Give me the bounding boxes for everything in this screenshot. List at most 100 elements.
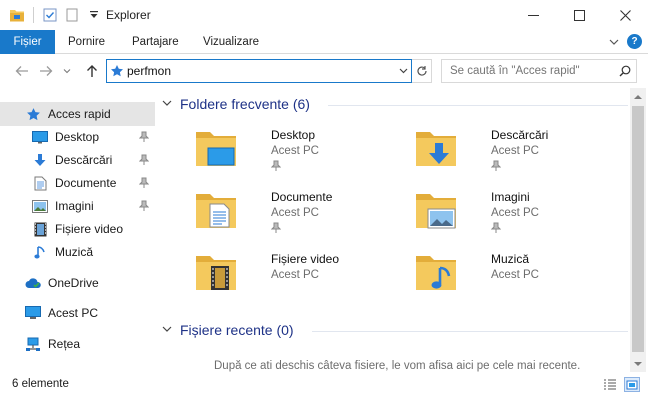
up-arrow-icon: [87, 65, 97, 77]
vertical-scrollbar[interactable]: [630, 88, 646, 372]
expand-ribbon-icon[interactable]: [609, 35, 619, 49]
desktop-folder-icon: [194, 126, 238, 170]
documents-folder-icon: [194, 188, 238, 232]
scrollbar-thumb[interactable]: [632, 106, 644, 352]
group-divider: [312, 331, 628, 332]
sidebar-item-documents[interactable]: Documente: [0, 171, 155, 195]
folder-app-icon: [8, 6, 26, 24]
item-count: 6 elemente: [12, 378, 69, 390]
refresh-icon: [416, 66, 427, 76]
search-box[interactable]: [441, 59, 637, 83]
group-title: Fișiere recente (0): [180, 322, 294, 338]
chevron-down-icon[interactable]: [162, 325, 174, 336]
sidebar-item-downloads[interactable]: Descărcări: [0, 148, 155, 172]
scroll-down-button[interactable]: [630, 356, 646, 372]
folder-location: Acest PC: [271, 145, 319, 157]
new-folder-icon[interactable]: [63, 6, 81, 24]
details-view-button[interactable]: [602, 377, 618, 392]
pin-icon[interactable]: [139, 177, 149, 189]
folder-name: Descărcări: [491, 128, 549, 142]
sidebar-item-label: Rețea: [48, 337, 81, 351]
details-view-icon: [604, 379, 616, 390]
picture-icon: [31, 197, 49, 215]
folder-location: Acest PC: [491, 145, 539, 157]
folder-tile-pictures[interactable]: Imagini Acest PC: [410, 188, 610, 246]
film-icon: [31, 220, 49, 238]
sidebar-item-label: Descărcări: [55, 153, 113, 167]
address-dropdown-button[interactable]: [395, 60, 411, 82]
address-bar[interactable]: perfmon: [106, 59, 412, 83]
pin-icon[interactable]: [139, 131, 149, 143]
sidebar-item-label: Muzică: [55, 245, 94, 259]
large-icons-view-icon: [626, 380, 638, 389]
window-title: Explorer: [106, 8, 151, 22]
sidebar-item-label: Imagini: [55, 199, 94, 213]
window-controls: [510, 0, 648, 30]
folder-location: Acest PC: [491, 207, 539, 219]
cloud-icon: [24, 274, 42, 292]
maximize-button[interactable]: [556, 0, 602, 30]
tab-file[interactable]: Fișier: [0, 30, 55, 54]
folder-name: Desktop: [271, 128, 316, 142]
search-input[interactable]: [450, 65, 614, 77]
folder-tile-downloads[interactable]: Descărcări Acest PC: [410, 126, 610, 184]
folder-tile-music[interactable]: Muzică Acest PC: [410, 250, 610, 308]
pin-icon[interactable]: [490, 160, 502, 172]
sidebar-item-videos[interactable]: Fișiere video: [0, 217, 155, 241]
refresh-button[interactable]: [412, 59, 432, 83]
forward-arrow-icon: [40, 66, 53, 76]
tab-share[interactable]: Partajare: [120, 30, 191, 54]
sidebar-item-this-pc[interactable]: Acest PC: [0, 301, 155, 325]
recent-files-header[interactable]: Fișiere recente (0): [162, 322, 628, 338]
star-icon: [24, 105, 42, 123]
folder-tile-videos[interactable]: Fișiere video Acest PC: [190, 250, 390, 308]
tab-home[interactable]: Pornire: [56, 30, 117, 54]
tab-view[interactable]: Vizualizare: [191, 30, 271, 54]
group-title: Foldere frecvente (6): [180, 96, 310, 112]
computer-icon: [24, 304, 42, 322]
address-input[interactable]: perfmon: [127, 64, 395, 78]
toolbar-separator: [33, 7, 34, 23]
folder-name: Fișiere video: [271, 252, 340, 266]
search-icon[interactable]: [614, 65, 636, 77]
chevron-down-icon[interactable]: [162, 99, 174, 110]
caret-up-icon: [634, 94, 642, 99]
sidebar-item-quick-access[interactable]: Acces rapid: [0, 102, 155, 126]
folder-tile-desktop[interactable]: Desktop Acest PC: [190, 126, 390, 184]
folder-location: Acest PC: [271, 269, 319, 281]
folder-location: Acest PC: [271, 207, 319, 219]
sidebar-item-label: OneDrive: [48, 276, 99, 290]
scroll-up-button[interactable]: [630, 88, 646, 104]
large-icons-view-button[interactable]: [624, 377, 640, 392]
recent-locations-button[interactable]: [60, 61, 74, 81]
close-button[interactable]: [602, 0, 648, 30]
pin-icon[interactable]: [270, 222, 282, 234]
folder-name: Imagini: [491, 190, 530, 204]
sidebar-item-pictures[interactable]: Imagini: [0, 194, 155, 218]
recent-files-empty-message: După ce ati deschis câteva fisiere, le v…: [214, 360, 581, 372]
music-folder-icon: [414, 250, 458, 294]
back-arrow-icon: [15, 66, 28, 76]
forward-button[interactable]: [36, 61, 56, 81]
frequent-folders-header[interactable]: Foldere frecvente (6): [162, 96, 628, 112]
sidebar-item-network[interactable]: Rețea: [0, 332, 155, 356]
videos-folder-icon: [194, 250, 238, 294]
close-icon: [619, 9, 631, 21]
pin-icon[interactable]: [490, 222, 502, 234]
properties-icon[interactable]: [41, 6, 59, 24]
folder-name: Muzică: [491, 252, 530, 266]
document-icon: [31, 174, 49, 192]
music-icon: [31, 243, 49, 261]
back-button[interactable]: [12, 61, 32, 81]
folder-tile-documents[interactable]: Documente Acest PC: [190, 188, 390, 246]
minimize-button[interactable]: [510, 0, 556, 30]
pin-icon[interactable]: [270, 160, 282, 172]
pin-icon[interactable]: [139, 154, 149, 166]
pin-icon[interactable]: [139, 200, 149, 212]
help-icon[interactable]: ?: [627, 34, 642, 49]
sidebar-item-desktop[interactable]: Desktop: [0, 125, 155, 149]
up-button[interactable]: [82, 61, 102, 81]
sidebar-item-music[interactable]: Muzică: [0, 240, 155, 264]
sidebar-item-onedrive[interactable]: OneDrive: [0, 271, 155, 295]
customize-toolbar-icon[interactable]: [85, 6, 103, 24]
